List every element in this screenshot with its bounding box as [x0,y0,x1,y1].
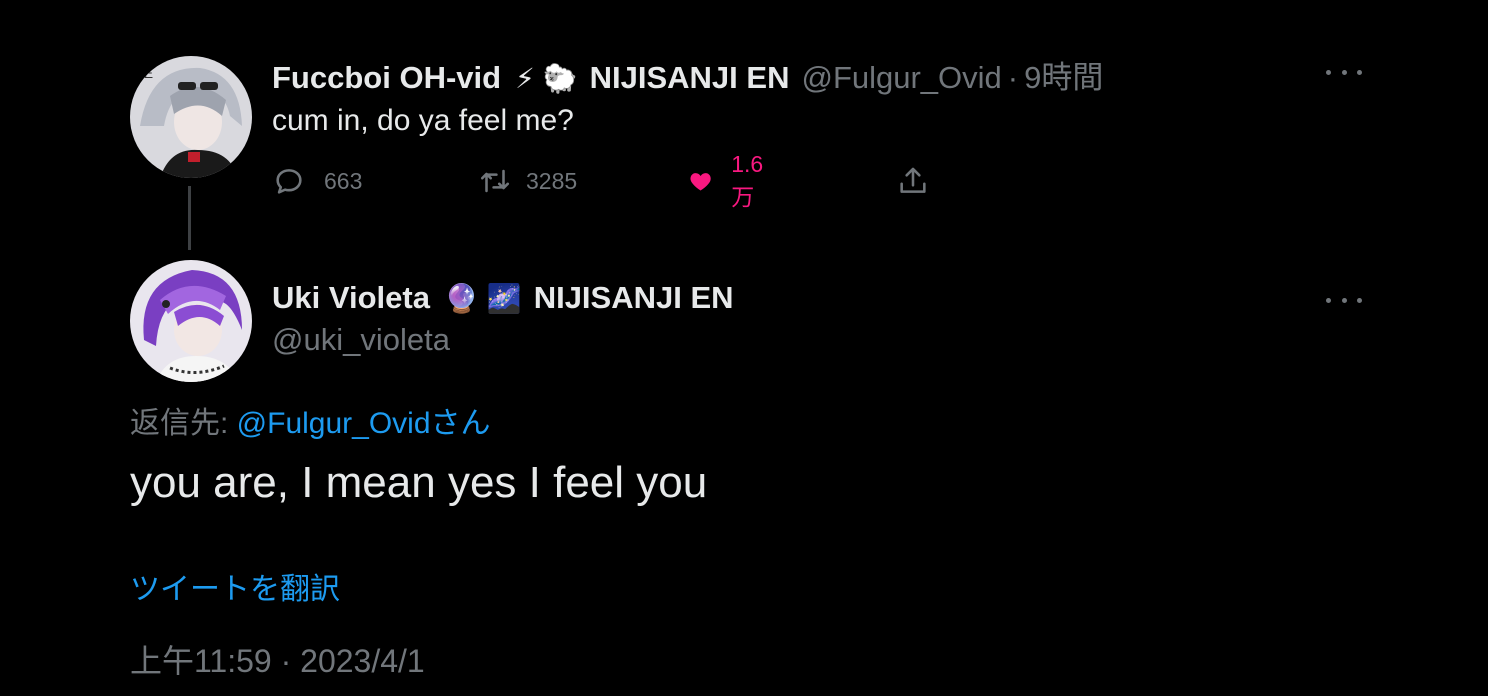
reply-count: 663 [324,167,363,194]
reply-icon [276,169,302,194]
tweet-timestamp[interactable]: 上午11:59 · 2023/4/1 [130,636,425,682]
main-more-options-icon[interactable] [1326,295,1362,305]
avatar-purple-hair-icon [130,260,252,382]
sheep-emoji-icon: 🐑 [542,63,578,94]
reply-button[interactable]: 663 [272,160,362,202]
reply-to-handle-link[interactable]: @Fulgur_Ovidさん [237,407,491,440]
svg-text:LE: LE [136,65,153,81]
parent-handle[interactable]: @Fulgur_Ovid [801,60,1001,96]
main-avatar[interactable] [130,260,252,382]
share-icon [900,167,926,193]
header-separator: · [1007,60,1019,95]
main-tweet-header: Uki Violeta 🔮 🌌 NIJISANJI EN [272,280,734,316]
parent-name-tag[interactable]: NIJISANJI EN [590,60,790,96]
reply-prefix-label: 返信先: [130,407,237,440]
parent-display-name[interactable]: Fuccboi OH-vid [272,60,501,96]
retweet-icon [480,169,510,193]
avatar-silver-hair-icon: LE [130,56,252,178]
like-button[interactable]: 1.6万 [688,151,772,210]
parent-tweet-header: Fuccboi OH-vid ⚡ 🐑 NIJISANJI EN @Fulgur_… [272,52,1103,97]
crystal-ball-emoji-icon: 🔮 [443,283,479,314]
parent-more-options-icon[interactable] [1326,67,1362,77]
main-display-name[interactable]: Uki Violeta [272,280,430,316]
share-button[interactable] [896,160,930,202]
replying-to-line: 返信先: @Fulgur_Ovidさん [130,398,491,442]
milky-way-emoji-icon: 🌌 [486,283,522,314]
parent-time[interactable]: 9時間 [1024,52,1103,97]
parent-avatar[interactable]: LE [130,56,252,178]
lightning-emoji-icon: ⚡ [515,63,535,94]
main-tweet-text: you are, I mean yes I feel you [130,458,708,507]
thread-connector-line [188,186,191,250]
retweet-count: 3285 [526,167,578,194]
translate-tweet-link[interactable]: ツイートを翻訳 [130,564,340,608]
like-count: 1.6万 [731,150,764,210]
heart-filled-icon [690,173,711,191]
parent-tweet-text: cum in, do ya feel me? [272,104,574,137]
retweet-button[interactable]: 3285 [478,160,577,202]
main-name-tag[interactable]: NIJISANJI EN [534,280,734,316]
main-handle[interactable]: @uki_violeta [272,322,450,358]
